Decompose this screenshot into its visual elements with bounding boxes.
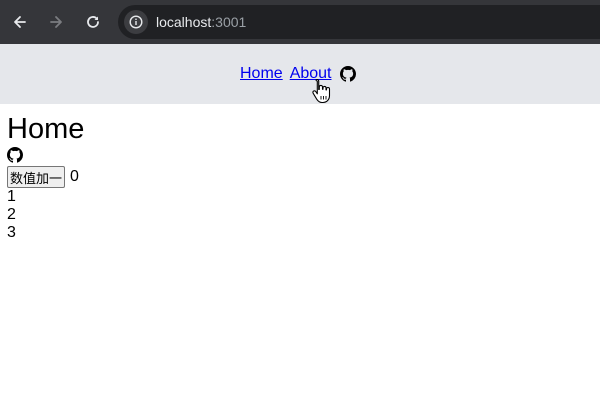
site-info-button[interactable]	[124, 10, 148, 34]
page-content: Home 数值加一 0 1 2 3	[7, 112, 587, 242]
address-bar[interactable]: localhost:3001	[118, 5, 600, 39]
back-button[interactable]	[8, 10, 32, 34]
arrow-right-icon	[50, 16, 62, 28]
github-icon	[339, 66, 356, 82]
reload-button[interactable]	[81, 10, 105, 34]
hand-cursor-icon	[312, 78, 331, 104]
url-host: localhost	[156, 14, 212, 30]
site-nav: Home About	[240, 64, 356, 84]
url-port: :3001	[211, 14, 247, 30]
arrow-left-icon	[14, 16, 26, 28]
list-item: 3	[7, 224, 16, 241]
nav-link-home[interactable]: Home	[240, 65, 283, 83]
page-title: Home	[7, 113, 85, 145]
github-icon	[7, 147, 23, 163]
counter-value: 0	[70, 168, 79, 185]
url-text[interactable]: localhost:3001	[156, 5, 246, 39]
github-link[interactable]	[7, 146, 587, 164]
site-header: Home About	[0, 44, 600, 104]
forward-button[interactable]	[44, 10, 68, 34]
browser-toolbar: localhost:3001	[0, 0, 600, 44]
number-list: 1 2 3	[7, 188, 587, 242]
reload-icon	[87, 16, 99, 28]
nav-github-link[interactable]	[339, 66, 356, 82]
counter-row: 数值加一 0	[7, 166, 587, 188]
list-item: 2	[7, 206, 16, 223]
increment-button[interactable]: 数值加一	[7, 166, 66, 188]
list-item: 1	[7, 188, 16, 205]
info-icon	[129, 15, 143, 29]
